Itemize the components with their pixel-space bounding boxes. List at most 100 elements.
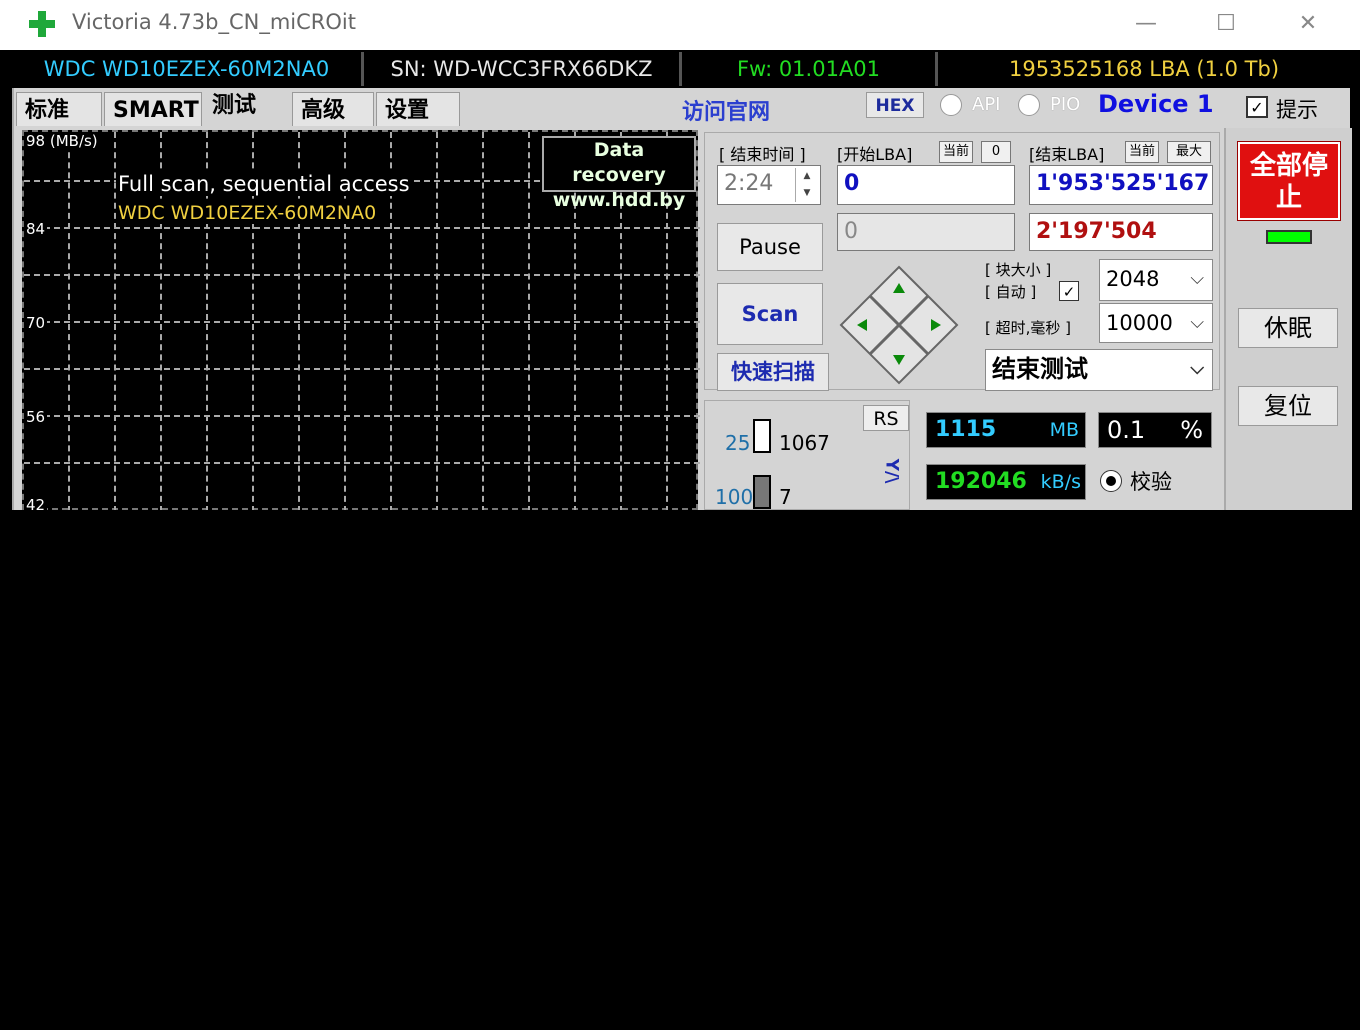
timeout-select[interactable]: 10000 ⌵ (1099, 303, 1213, 343)
block-count-25: 1067 (779, 431, 830, 455)
auto-checkbox[interactable]: ✓ (1059, 281, 1079, 301)
end-time-input[interactable]: 2:24 ▲ ▼ (717, 165, 821, 205)
verify-label: 校验 (1130, 470, 1172, 494)
start-lba-current-field: 0 (837, 213, 1015, 251)
end-time-value: 2:24 (724, 171, 774, 196)
quick-scan-button[interactable]: 快速扫描 (717, 353, 829, 391)
end-lba-max-button[interactable]: 最大 (1167, 141, 1211, 163)
maximize-button[interactable]: ☐ (1206, 8, 1246, 40)
speed-graph: 98 (MB/s) 84 70 56 42 Full scan, sequent… (22, 130, 700, 510)
start-lba-current-button[interactable]: 当前 (939, 141, 973, 163)
scan-button[interactable]: Scan (717, 283, 823, 345)
hint-label: 提示 (1276, 98, 1318, 122)
auto-label: [ 自动 ] (985, 283, 1037, 301)
block-bar-25 (753, 419, 771, 453)
percent-value: 0.1 (1107, 416, 1146, 444)
chevron-down-icon: ⌵ (1190, 312, 1204, 333)
sleep-button[interactable]: 休眠 (1238, 308, 1338, 348)
drive-model: WDC WD10EZEX-60M2NA0 (12, 52, 364, 86)
tab-settings[interactable]: 设置 (376, 92, 460, 126)
end-action-value: 结束测试 (992, 355, 1088, 383)
direction-pad[interactable] (839, 265, 959, 385)
start-lba-zero-button[interactable]: 0 (981, 141, 1011, 163)
drive-info-bar: WDC WD10EZEX-60M2NA0 SN: WD-WCC3FRX66DKZ… (12, 50, 1350, 88)
speed-value: 192046 (935, 469, 1027, 494)
device-label[interactable]: Device 1 (1098, 90, 1214, 118)
grid-line (24, 274, 700, 276)
green-cross-icon (29, 11, 55, 37)
mb-display: 1115 MB (926, 412, 1086, 448)
end-lba-current-field: 2'197'504 (1029, 213, 1213, 251)
graph-drive-name: WDC WD10EZEX-60M2NA0 (116, 202, 379, 224)
drive-serial: SN: WD-WCC3FRX66DKZ (364, 52, 682, 86)
grid-line (24, 227, 700, 229)
y-axis-label: 56 (24, 408, 48, 426)
end-lba-current-button[interactable]: 当前 (1125, 141, 1159, 163)
tab-smart[interactable]: SMART (104, 92, 202, 126)
y-axis-label: 70 (24, 314, 48, 332)
pio-radio[interactable] (1018, 94, 1040, 116)
block-size-value: 2048 (1106, 267, 1160, 291)
grid-line (436, 132, 438, 510)
grid-line (24, 321, 700, 323)
grid-line (68, 132, 70, 510)
mb-value: 1115 (935, 417, 997, 442)
y-axis-label: 98 (MB/s) (24, 132, 100, 150)
block-bar-100 (753, 475, 771, 509)
status-led (1266, 230, 1312, 244)
time-spinner-icon[interactable]: ▲ ▼ (795, 168, 818, 202)
scan-settings-panel: [ 结束时间 ] 2:24 ▲ ▼ [开始LBA] 当前 0 [结束LBA] 当前… (704, 132, 1220, 391)
stop-all-button[interactable]: 全部停止 (1237, 141, 1341, 221)
data-recovery-badge[interactable]: Data recovery www.hdd.by (542, 136, 696, 211)
close-button[interactable]: ✕ (1288, 8, 1328, 40)
chevron-down-icon: ⌵ (1190, 268, 1204, 289)
grid-line (24, 368, 700, 370)
block-time-label: 100 (715, 485, 754, 509)
start-lba-label: [开始LBA] (837, 145, 913, 164)
minimize-button[interactable]: — (1126, 8, 1166, 40)
percent-display: 0.1 % (1098, 412, 1212, 448)
drive-capacity: 1953525168 LBA (1.0 Tb) (1008, 57, 1280, 81)
tab-standard[interactable]: 标准 (16, 92, 102, 126)
block-stats-panel: RS 25 1067 100 7 Y/\ (704, 400, 910, 510)
y-axis-label: 42 (24, 496, 48, 510)
api-label: API (972, 94, 1001, 115)
pause-button[interactable]: Pause (717, 223, 823, 271)
api-radio[interactable] (940, 94, 962, 116)
speed-display: 192046 kB/s (926, 464, 1086, 500)
grid-line (24, 462, 700, 464)
tab-advanced[interactable]: 高级 (292, 92, 374, 126)
hex-button[interactable]: HEX (866, 92, 924, 118)
block-time-label: 25 (725, 431, 751, 455)
main-panel: 标准 SMART 测试 高级 设置 访问官网 HEX API PIO Devic… (12, 88, 1352, 510)
hint-checkbox[interactable]: ✓ (1246, 96, 1268, 118)
timeout-label: [ 超时,毫秒 ] (985, 319, 1072, 337)
rs-button[interactable]: RS (863, 405, 909, 431)
badge-line2: www.hdd.by (552, 189, 686, 211)
graph-toggle-label[interactable]: Y/\ (881, 459, 901, 484)
badge-line1: Data recovery (572, 139, 666, 186)
grid-line (24, 415, 700, 417)
victoria-window: Victoria 4.73b_CN_miCROit — ☐ ✕ WDC WD10… (0, 0, 1360, 510)
title-bar: Victoria 4.73b_CN_miCROit — ☐ ✕ (0, 0, 1360, 50)
percent-unit: % (1180, 416, 1203, 444)
reset-button[interactable]: 复位 (1238, 386, 1338, 426)
action-column: 全部停止 休眠 复位 (1224, 128, 1352, 510)
block-size-label: [ 块大小 ] (985, 261, 1052, 279)
end-time-label: [ 结束时间 ] (719, 145, 806, 164)
tab-test[interactable]: 测试 (204, 88, 292, 128)
end-action-select[interactable]: 结束测试 ⌵ (985, 349, 1213, 391)
block-count-100: 7 (779, 485, 792, 509)
speed-unit: kB/s (1040, 471, 1081, 493)
block-size-select[interactable]: 2048 ⌵ (1099, 259, 1213, 301)
timeout-value: 10000 (1106, 311, 1173, 335)
visit-site-link[interactable]: 访问官网 (682, 94, 770, 126)
end-lba-label: [结束LBA] (1029, 145, 1105, 164)
graph-title: Full scan, sequential access (116, 172, 412, 196)
end-lba-input[interactable]: 1'953'525'167 (1029, 165, 1213, 205)
start-lba-input[interactable]: 0 (837, 165, 1015, 205)
verify-radio[interactable] (1100, 470, 1122, 492)
pio-label: PIO (1050, 94, 1081, 115)
grid-line (528, 132, 530, 510)
drive-firmware: Fw: 01.01A01 (682, 52, 938, 86)
